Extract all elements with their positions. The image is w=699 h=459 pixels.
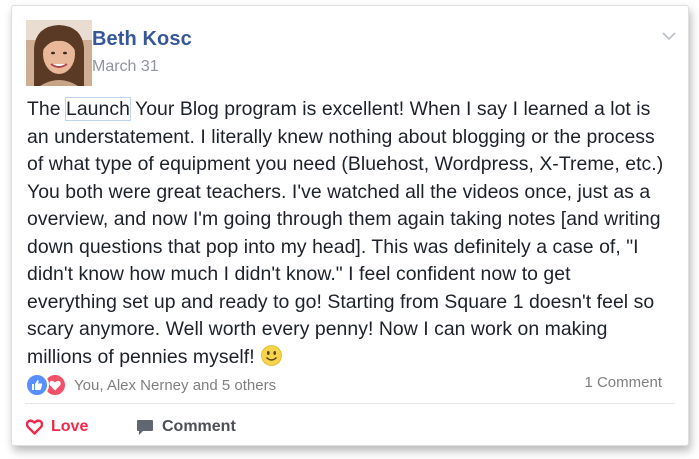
reactors-text[interactable]: You, Alex Nerney and 5 others [74, 377, 276, 394]
avatar[interactable] [26, 20, 92, 86]
post-body: The Launch Your Blog program is excellen… [27, 96, 677, 371]
comment-button[interactable]: Comment [136, 418, 236, 436]
comment-count-link[interactable]: 1 Comment [584, 374, 662, 391]
post-line: You both were great teachers. I've watch… [27, 180, 651, 203]
post-line: millions of pennies myself! [27, 344, 677, 372]
post-card: Beth Kosc March 31 The Launch Your Blog … [11, 5, 689, 446]
post-line: down questions that pop into my head]. T… [27, 235, 639, 258]
chevron-down-icon[interactable] [662, 28, 676, 41]
like-icon [25, 373, 49, 397]
reaction-summary[interactable]: You, Alex Nerney and 5 others [25, 373, 276, 397]
post-line: scary anymore. Well worth every penny! N… [27, 318, 608, 340]
post-date[interactable]: March 31 [92, 58, 159, 76]
post-line: overview, and now I'm going through them… [27, 208, 661, 230]
comment-label: Comment [162, 418, 236, 435]
highlighted-word: Launch [65, 97, 131, 121]
heart-outline-icon [26, 419, 43, 435]
love-button[interactable]: Love [26, 418, 88, 436]
author-name[interactable]: Beth Kosc [92, 28, 192, 51]
post-line: of what type of equipment you need (Blue… [27, 153, 664, 175]
post-line: didn't know how much I didn't know." I f… [27, 263, 571, 285]
post-line: The Launch Your Blog program is excellen… [27, 97, 651, 121]
smile-emoji-icon [260, 344, 282, 366]
love-label: Love [51, 418, 89, 435]
post-line: everything set up and ready to go! Start… [27, 290, 655, 313]
speech-bubble-icon [137, 419, 153, 435]
divider [25, 403, 675, 404]
post-line: an understatement. I literally knew noth… [27, 125, 655, 148]
